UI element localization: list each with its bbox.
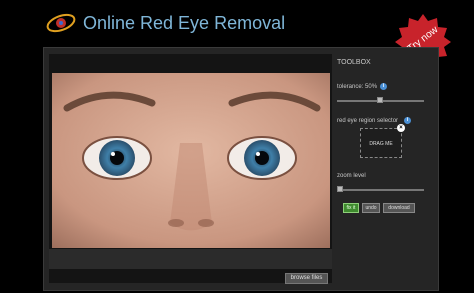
info-icon[interactable]: i	[380, 83, 387, 90]
fix-it-button[interactable]: fix it	[343, 203, 359, 213]
selector-label: red eye region selector	[337, 118, 399, 124]
zoom-label: zoom level	[337, 173, 366, 179]
drag-me-label[interactable]: DRAG ME	[360, 141, 402, 147]
zoom-slider-handle[interactable]	[337, 186, 343, 192]
download-button[interactable]: download	[383, 203, 415, 213]
info-icon[interactable]: i	[404, 117, 411, 124]
undo-button[interactable]: undo	[362, 203, 380, 213]
tolerance-slider-handle[interactable]	[377, 97, 383, 103]
orbit-logo-icon	[46, 13, 76, 33]
tolerance-label: tolerance: 50%	[337, 84, 378, 90]
close-icon[interactable]: ×	[397, 124, 405, 132]
app-title: Online Red Eye Removal	[83, 13, 286, 33]
browse-files-button[interactable]: browse files	[285, 273, 328, 284]
toolbox-title: TOOLBOX	[337, 59, 371, 66]
face-photo[interactable]	[52, 73, 330, 248]
zoom-slider-track[interactable]	[337, 189, 424, 191]
photo-footer-bar	[49, 249, 332, 269]
